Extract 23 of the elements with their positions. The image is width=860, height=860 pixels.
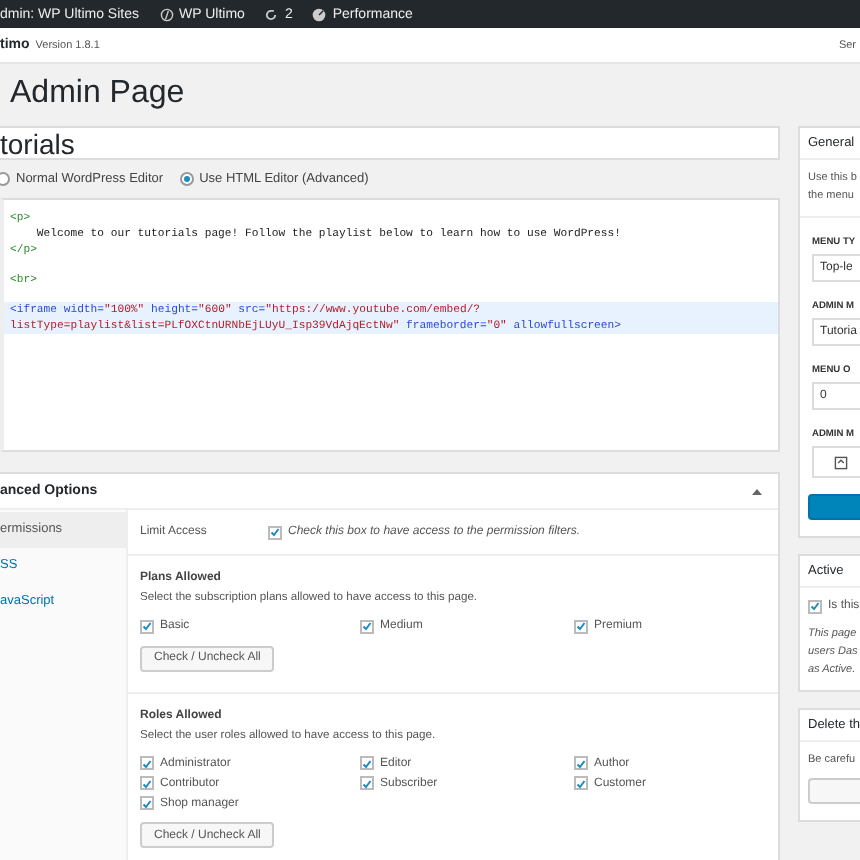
checkbox[interactable] (140, 796, 154, 810)
checkbox[interactable] (140, 776, 154, 790)
icon-picker[interactable] (812, 446, 860, 478)
checkbox[interactable] (360, 619, 374, 633)
checkbox[interactable] (574, 776, 588, 790)
checkbox[interactable] (360, 776, 374, 790)
checkbox[interactable] (574, 756, 588, 770)
page-title: Admin Page (10, 74, 187, 114)
radio-button[interactable] (0, 172, 10, 186)
logo-icon (159, 7, 173, 21)
checkbox[interactable] (808, 599, 822, 613)
code-editor[interactable] (0, 198, 780, 452)
image-icon (834, 455, 848, 469)
title-field[interactable]: torials (0, 126, 780, 160)
gauge-icon (312, 7, 327, 21)
checkbox[interactable] (360, 756, 374, 770)
checkbox[interactable] (140, 756, 154, 770)
checkbox[interactable] (574, 619, 588, 633)
refresh-icon (264, 7, 279, 21)
checkbox[interactable] (268, 525, 282, 539)
checkbox[interactable] (140, 619, 154, 633)
radio-button[interactable] (179, 172, 194, 186)
collapse-icon[interactable] (752, 487, 762, 495)
